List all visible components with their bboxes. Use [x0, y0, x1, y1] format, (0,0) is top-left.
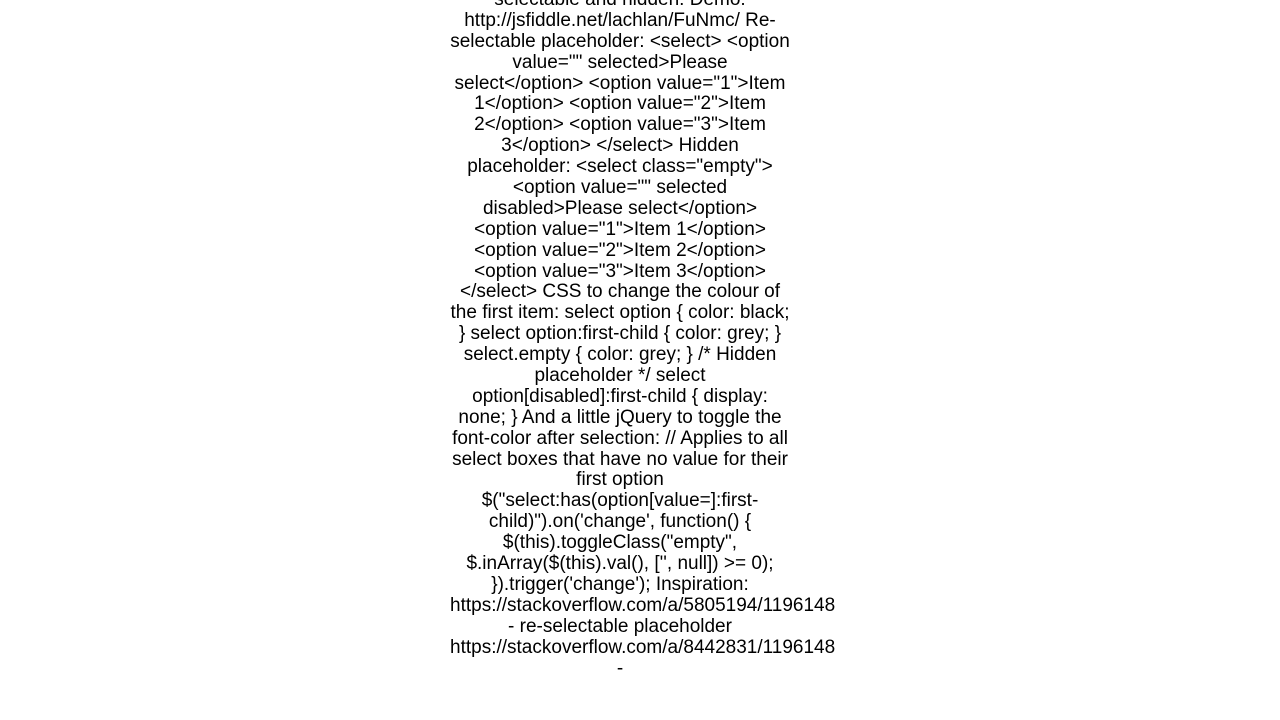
document-body: selectable and hidden: Demo: http://jsfi… [450, 0, 790, 679]
